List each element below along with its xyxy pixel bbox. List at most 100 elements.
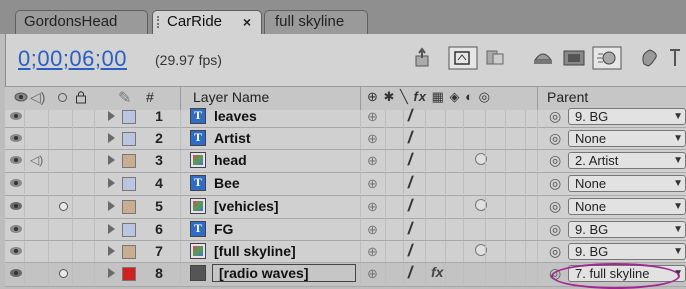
- pick-whip-icon[interactable]: ◎: [549, 152, 561, 169]
- layer-name[interactable]: Bee: [214, 175, 240, 191]
- live-update-icon[interactable]: [448, 46, 478, 70]
- eye-icon[interactable]: [10, 247, 22, 255]
- tab-gordonshead[interactable]: GordonsHead: [15, 10, 148, 34]
- shy-switch-icon[interactable]: ⊕: [367, 266, 378, 282]
- parent-dropdown[interactable]: None ▼: [568, 175, 686, 192]
- layer-row[interactable]: 6 FG ⊕ / ◎ 9. BG ▼: [5, 219, 686, 241]
- parent-dropdown[interactable]: None ▼: [568, 198, 686, 215]
- quality-switch-icon[interactable]: /: [406, 219, 414, 239]
- pick-whip-icon[interactable]: ◎: [549, 221, 561, 238]
- expand-triangle-icon[interactable]: [108, 155, 115, 165]
- layer-row[interactable]: 7 [full skyline] ⊕ / ◎ 9. BG ▼: [5, 241, 686, 263]
- layer-name[interactable]: head: [214, 152, 247, 168]
- parent-dropdown[interactable]: 9. BG ▼: [568, 221, 686, 238]
- expand-triangle-icon[interactable]: [108, 111, 115, 121]
- expand-triangle-icon[interactable]: [108, 133, 115, 143]
- av-cell: [49, 241, 73, 262]
- av-cell: [73, 241, 95, 262]
- label-color-swatch[interactable]: [122, 132, 136, 146]
- brainstorm-icon[interactable]: [638, 46, 662, 70]
- eye-icon[interactable]: [10, 225, 22, 233]
- layer-name[interactable]: leaves: [214, 108, 257, 124]
- layer-name[interactable]: FG: [214, 221, 233, 237]
- graph-editor-icon[interactable]: [668, 46, 686, 70]
- layer-name[interactable]: Artist: [214, 130, 251, 146]
- quality-switch-icon[interactable]: /: [406, 241, 414, 261]
- expand-triangle-icon[interactable]: [108, 246, 115, 256]
- shy-switch-icon[interactable]: ⊕: [367, 131, 378, 147]
- label-color-swatch[interactable]: [122, 245, 136, 259]
- parent-dropdown[interactable]: 2. Artist ▼: [568, 152, 686, 169]
- cell-divider: [360, 128, 361, 149]
- parent-dropdown[interactable]: 9. BG ▼: [568, 243, 686, 260]
- eye-icon[interactable]: [10, 269, 22, 277]
- shy-switch-icon[interactable]: ⊕: [367, 222, 378, 238]
- quality-switch-icon[interactable]: /: [406, 128, 414, 148]
- av-cell: [73, 128, 95, 149]
- close-icon[interactable]: ×: [243, 11, 251, 33]
- parent-dropdown[interactable]: 9. BG ▼: [568, 108, 686, 125]
- shy-switch-icon[interactable]: ⊕: [367, 109, 378, 125]
- effects-switch-icon[interactable]: fx: [431, 264, 443, 280]
- pick-whip-icon[interactable]: ◎: [549, 198, 561, 215]
- expand-triangle-icon[interactable]: [108, 201, 115, 211]
- label-color-swatch[interactable]: [122, 154, 136, 168]
- layer-name[interactable]: [radio waves]: [212, 264, 356, 282]
- current-time-display[interactable]: 0;00;06;00: [18, 46, 127, 72]
- label-color-swatch[interactable]: [122, 223, 136, 237]
- label-color-swatch[interactable]: [122, 200, 136, 214]
- tab-carride[interactable]: CarRide ×: [152, 10, 262, 34]
- parent-dropdown[interactable]: None ▼: [568, 130, 686, 147]
- expand-triangle-icon[interactable]: [108, 224, 115, 234]
- eye-icon[interactable]: [10, 112, 22, 120]
- switch-cell-divider: [485, 128, 486, 149]
- layer-row[interactable]: 4 Bee ⊕ / ◎ None ▼: [5, 173, 686, 196]
- shy-switch-icon[interactable]: ⊕: [367, 176, 378, 192]
- expand-triangle-icon[interactable]: [108, 178, 115, 188]
- pick-whip-icon[interactable]: ◎: [549, 130, 561, 147]
- eye-icon[interactable]: [10, 202, 22, 210]
- label-color-swatch[interactable]: [122, 177, 136, 191]
- shy-switch-icon[interactable]: ⊕: [367, 153, 378, 169]
- layer-name[interactable]: [full skyline]: [214, 243, 296, 259]
- label-color-swatch[interactable]: [122, 267, 136, 281]
- switch-cell-divider: [425, 128, 426, 149]
- tab-full-skyline[interactable]: full skyline: [264, 10, 368, 34]
- quality-switch-icon[interactable]: /: [406, 150, 414, 170]
- pick-whip-icon[interactable]: ◎: [549, 175, 561, 192]
- column-header-layer-name[interactable]: Layer Name: [193, 89, 269, 105]
- motion-blur-icon[interactable]: [592, 46, 622, 70]
- frame-blending-icon[interactable]: [562, 46, 586, 70]
- pick-whip-icon[interactable]: ◎: [549, 108, 561, 125]
- audio-icon[interactable]: ◁): [30, 153, 43, 167]
- quality-switch-icon[interactable]: /: [406, 263, 414, 283]
- layer-row[interactable]: 2 Artist ⊕ / ◎ None ▼: [5, 128, 686, 150]
- eye-icon[interactable]: [10, 156, 22, 164]
- solo-switch[interactable]: [59, 202, 68, 211]
- expand-triangle-icon[interactable]: [108, 268, 115, 278]
- drag-grip-icon[interactable]: [157, 16, 163, 28]
- quality-switch-icon[interactable]: /: [406, 196, 414, 216]
- switch-cell-divider: [385, 263, 386, 284]
- av-cell: [49, 173, 73, 194]
- shy-switch-icon[interactable]: ⊕: [367, 244, 378, 260]
- layer-row[interactable]: 5 [vehicles] ⊕ / ◎ None ▼: [5, 196, 686, 219]
- eye-icon[interactable]: [10, 134, 22, 142]
- solo-switch[interactable]: [59, 269, 68, 278]
- layer-row[interactable]: 1leaves⊕/◎9. BG▼: [5, 106, 686, 131]
- draft-3d-icon[interactable]: [484, 46, 508, 70]
- switch-cell-divider: [403, 219, 404, 240]
- pick-whip-icon[interactable]: ◎: [549, 243, 561, 260]
- hide-shy-layers-icon[interactable]: [531, 46, 555, 70]
- layer-name[interactable]: [vehicles]: [214, 198, 279, 214]
- switch-cell-divider: [505, 150, 506, 171]
- quality-switch-icon[interactable]: /: [406, 173, 414, 193]
- comp-mini-flowchart-icon[interactable]: [412, 46, 436, 70]
- label-tag-icon: ✎: [118, 90, 132, 107]
- av-cell: [73, 173, 95, 194]
- eye-icon[interactable]: [10, 179, 22, 187]
- label-color-swatch[interactable]: [122, 110, 136, 124]
- switch-cell-divider: [403, 196, 404, 217]
- shy-switch-icon[interactable]: ⊕: [367, 199, 378, 215]
- layer-row[interactable]: ◁) 3 head ⊕ / ◎ 2. Artist ▼: [5, 150, 686, 173]
